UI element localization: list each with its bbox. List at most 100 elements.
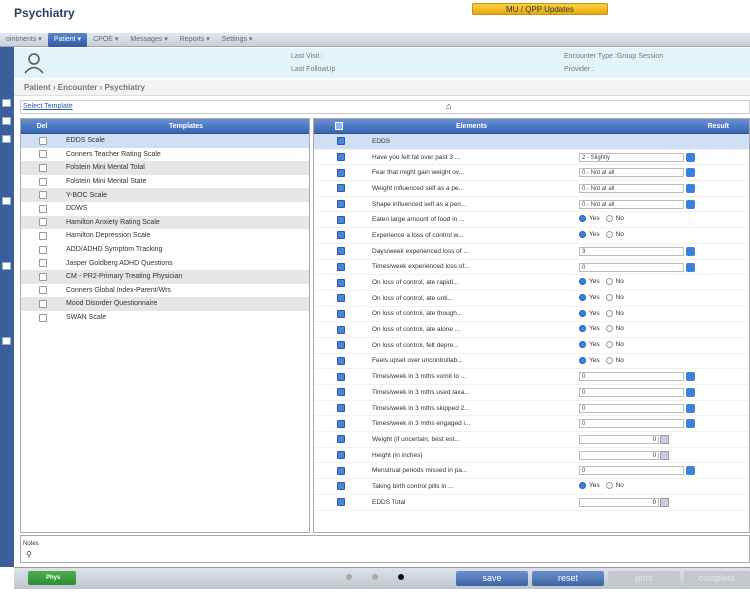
- select-all-checkbox[interactable]: [314, 122, 364, 130]
- yes-radio[interactable]: [579, 215, 586, 223]
- result-dropdown[interactable]: 0: [579, 466, 695, 476]
- yes-radio[interactable]: [579, 340, 586, 348]
- yes-radio[interactable]: [579, 309, 586, 317]
- template-delete-checkbox[interactable]: [39, 136, 47, 145]
- page-dot[interactable]: [346, 574, 352, 580]
- yes-radio[interactable]: [579, 325, 586, 333]
- element-checkbox[interactable]: [337, 498, 345, 507]
- menu-appointments[interactable]: ointments ▾: [0, 33, 48, 47]
- element-checkbox[interactable]: [337, 404, 345, 413]
- reset-button[interactable]: reset: [532, 571, 604, 586]
- no-radio[interactable]: [605, 231, 613, 239]
- no-radio[interactable]: [605, 356, 613, 364]
- template-delete-checkbox[interactable]: [39, 313, 47, 322]
- toolbar-tab[interactable]: [2, 117, 11, 125]
- phys-back-button[interactable]: Phys: [28, 571, 76, 585]
- element-checkbox[interactable]: [337, 153, 345, 162]
- element-checkbox[interactable]: [337, 231, 345, 240]
- menu-settings[interactable]: Settings ▾: [216, 33, 259, 47]
- element-checkbox[interactable]: [337, 262, 345, 271]
- template-delete-checkbox[interactable]: [39, 272, 47, 281]
- template-delete-checkbox[interactable]: [39, 259, 47, 268]
- template-delete-checkbox[interactable]: [39, 204, 47, 213]
- result-dropdown[interactable]: 0: [579, 403, 695, 413]
- element-checkbox[interactable]: [337, 215, 345, 224]
- element-checkbox[interactable]: [337, 325, 345, 334]
- dropdown-arrow-icon[interactable]: [686, 262, 695, 272]
- result-dropdown[interactable]: 0: [579, 388, 695, 397]
- dropdown-arrow-icon[interactable]: [686, 419, 695, 429]
- template-delete-checkbox[interactable]: [39, 245, 47, 254]
- template-row[interactable]: Hamilton Anxiety Rating Scale: [21, 215, 309, 230]
- dropdown-arrow-icon[interactable]: [686, 152, 695, 162]
- template-row[interactable]: Jasper Goldberg ADHD Questions: [21, 256, 309, 270]
- element-checkbox[interactable]: [337, 278, 345, 287]
- result-dropdown[interactable]: 0 - Not at all: [579, 184, 695, 194]
- yes-radio[interactable]: [579, 293, 586, 301]
- save-button[interactable]: save: [456, 571, 528, 586]
- template-row[interactable]: SWAN Scale: [21, 311, 309, 325]
- result-dropdown[interactable]: 0 - Not at all: [579, 199, 695, 209]
- no-radio[interactable]: [605, 482, 613, 490]
- element-checkbox[interactable]: [337, 294, 345, 303]
- result-dropdown[interactable]: 3: [579, 246, 695, 256]
- template-delete-checkbox[interactable]: [39, 231, 47, 240]
- no-radio[interactable]: [605, 278, 613, 286]
- template-delete-checkbox[interactable]: [39, 150, 47, 159]
- template-delete-checkbox[interactable]: [39, 218, 47, 227]
- yes-radio[interactable]: [579, 356, 586, 364]
- result-dropdown[interactable]: 0: [579, 419, 695, 429]
- no-radio[interactable]: [605, 325, 613, 333]
- dropdown-arrow-icon[interactable]: [686, 388, 695, 397]
- yes-radio[interactable]: [579, 482, 586, 490]
- notes-search-icon[interactable]: ⚲: [26, 550, 32, 559]
- element-checkbox[interactable]: [337, 309, 345, 318]
- element-checkbox[interactable]: [337, 482, 345, 491]
- template-row[interactable]: DDWS: [21, 202, 309, 216]
- element-checkbox[interactable]: [337, 168, 345, 177]
- menu-messages[interactable]: Messages ▾: [124, 33, 173, 47]
- toolbar-tab[interactable]: [2, 197, 11, 205]
- template-row[interactable]: Conners Global Index-Parent/Wrs: [21, 284, 309, 298]
- toolbar-tab[interactable]: [2, 99, 11, 107]
- template-delete-checkbox[interactable]: [39, 286, 47, 295]
- dropdown-arrow-icon[interactable]: [686, 466, 695, 476]
- notes-area[interactable]: [20, 535, 750, 563]
- result-dropdown[interactable]: 0: [579, 262, 695, 272]
- element-checkbox[interactable]: [337, 372, 345, 381]
- print-button[interactable]: print: [608, 571, 680, 586]
- element-checkbox[interactable]: [337, 184, 345, 193]
- result-number-input[interactable]: 0: [579, 450, 669, 460]
- element-checkbox[interactable]: [337, 200, 345, 209]
- element-checkbox[interactable]: [337, 435, 345, 444]
- section-checkbox[interactable]: [337, 137, 345, 146]
- template-delete-checkbox[interactable]: [39, 191, 47, 200]
- dropdown-arrow-icon[interactable]: [686, 184, 695, 194]
- page-dot-active[interactable]: [398, 574, 404, 580]
- template-row[interactable]: Conners Teacher Rating Scale: [21, 148, 309, 162]
- yes-radio[interactable]: [579, 231, 586, 239]
- dropdown-arrow-icon[interactable]: [686, 246, 695, 256]
- toolbar-tab[interactable]: [2, 262, 11, 270]
- complete-button[interactable]: complete: [684, 571, 750, 586]
- no-radio[interactable]: [605, 309, 613, 317]
- element-checkbox[interactable]: [337, 419, 345, 428]
- element-checkbox[interactable]: [337, 247, 345, 256]
- result-dropdown[interactable]: 2 - Slightly: [579, 152, 695, 162]
- no-radio[interactable]: [605, 293, 613, 301]
- no-radio[interactable]: [605, 340, 613, 348]
- result-number-input[interactable]: 0: [579, 435, 669, 445]
- template-row[interactable]: Folstein Mini Mental Total: [21, 161, 309, 175]
- template-delete-checkbox[interactable]: [39, 163, 47, 172]
- page-dot[interactable]: [372, 574, 378, 580]
- no-radio[interactable]: [605, 215, 613, 223]
- dropdown-arrow-icon[interactable]: [686, 168, 695, 178]
- template-row[interactable]: CM - PR2-Primary Treating Physician: [21, 269, 309, 284]
- menu-patient[interactable]: Patient ▾: [47, 32, 88, 47]
- dropdown-arrow-icon[interactable]: [686, 403, 695, 413]
- element-checkbox[interactable]: [337, 451, 345, 460]
- result-dropdown[interactable]: 0: [579, 372, 695, 382]
- menu-reports[interactable]: Reports ▾: [174, 33, 216, 47]
- template-row[interactable]: Mood Disorder Questionnaire: [21, 297, 309, 311]
- mu-qpp-updates-button[interactable]: MU / QPP Updates: [472, 3, 608, 15]
